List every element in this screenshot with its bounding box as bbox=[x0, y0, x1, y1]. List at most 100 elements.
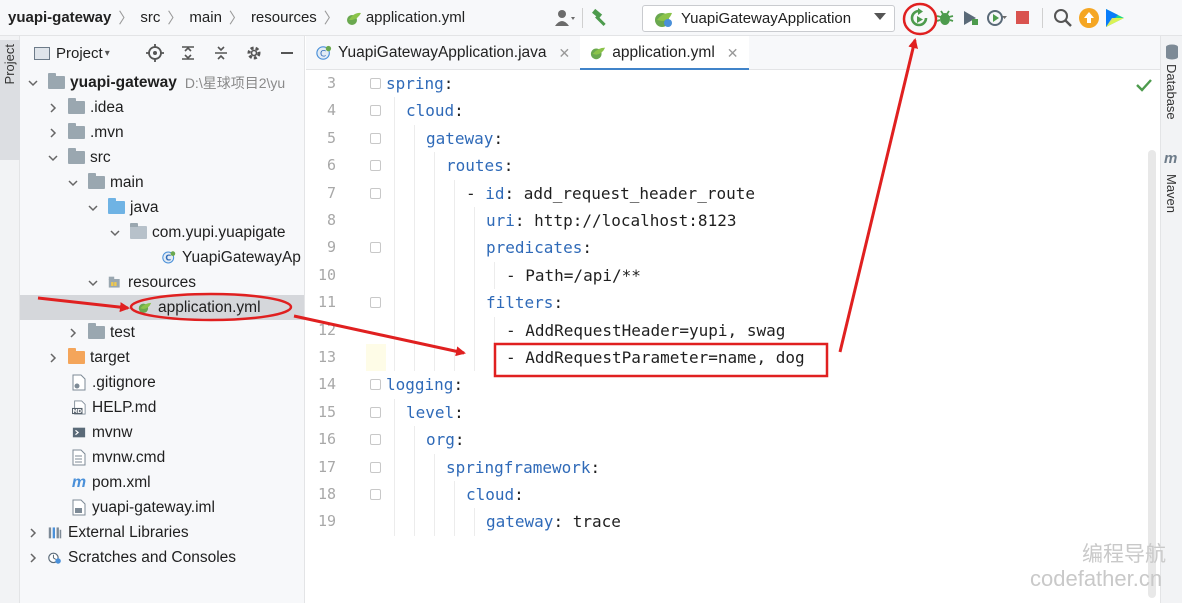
chevron-down-icon[interactable] bbox=[26, 76, 40, 90]
close-icon[interactable]: ✕ bbox=[727, 45, 739, 62]
code-line[interactable]: org: bbox=[426, 426, 465, 453]
database-tool-button[interactable]: Database bbox=[1164, 64, 1179, 120]
editor-scrollbar[interactable] bbox=[1148, 150, 1156, 598]
tree-item-test[interactable]: test bbox=[20, 320, 304, 345]
run-configuration-dropdown[interactable]: YuapiGatewayApplication bbox=[642, 5, 895, 32]
code-line[interactable]: uri: http://localhost:8123 bbox=[486, 207, 736, 234]
chevron-right-icon[interactable] bbox=[46, 351, 60, 365]
tree-item-mvnw-cmd[interactable]: mvnw.cmd bbox=[20, 445, 304, 470]
collapse-all-icon[interactable] bbox=[204, 42, 237, 64]
code-line[interactable]: logging: bbox=[386, 371, 463, 398]
indent-guide bbox=[454, 289, 455, 317]
tree-item-external-libraries[interactable]: External Libraries bbox=[20, 520, 304, 545]
tab-application-yml[interactable]: application.yml ✕ bbox=[580, 36, 749, 71]
tree-item-application-yml[interactable]: application.yml bbox=[20, 295, 304, 320]
rerun-icon[interactable] bbox=[906, 5, 932, 31]
tab-yuapi-gateway-application-java[interactable]: C YuapiGatewayApplication.java ✕ bbox=[306, 36, 580, 70]
code-line[interactable]: filters: bbox=[486, 289, 563, 316]
fold-marker[interactable] bbox=[370, 242, 381, 254]
code-line[interactable]: spring: bbox=[386, 70, 453, 97]
user-icon[interactable] bbox=[552, 5, 578, 31]
fold-marker[interactable] bbox=[370, 187, 381, 199]
gear-icon[interactable] bbox=[237, 42, 270, 64]
code-line[interactable]: gateway: bbox=[426, 125, 503, 152]
code-line[interactable]: gateway: trace bbox=[486, 508, 621, 535]
fold-marker[interactable] bbox=[370, 379, 381, 391]
chevron-down-icon[interactable]: ▾ bbox=[105, 48, 110, 59]
tree-item-project-root[interactable]: yuapi-gateway D:\星球项目2\yu bbox=[20, 70, 304, 95]
jetbrains-toolbox-icon[interactable] bbox=[1102, 5, 1128, 31]
code-line[interactable]: cloud: bbox=[466, 481, 524, 508]
tree-item-label: target bbox=[90, 348, 130, 366]
code-line[interactable]: - Path=/api/** bbox=[506, 262, 641, 289]
expand-all-icon[interactable] bbox=[171, 42, 204, 64]
tree-item-resources[interactable]: resources bbox=[20, 270, 304, 295]
chevron-down-icon[interactable] bbox=[46, 151, 60, 165]
tree-item-scratches[interactable]: Scratches and Consoles bbox=[20, 545, 304, 570]
chevron-right-icon[interactable] bbox=[46, 101, 60, 115]
code-line[interactable]: springframework: bbox=[446, 454, 600, 481]
tree-item-help-md[interactable]: MD HELP.md bbox=[20, 395, 304, 420]
breadcrumb-main[interactable]: main bbox=[185, 9, 226, 26]
debug-icon[interactable] bbox=[932, 5, 958, 31]
no-problems-check-icon[interactable] bbox=[1135, 76, 1153, 94]
fold-marker[interactable] bbox=[370, 105, 381, 117]
fold-marker[interactable] bbox=[370, 461, 381, 473]
breadcrumb-file[interactable]: application.yml bbox=[342, 9, 469, 26]
coverage-icon[interactable] bbox=[958, 5, 984, 31]
tree-item-java[interactable]: java bbox=[20, 195, 304, 220]
tree-item-iml[interactable]: yuapi-gateway.iml bbox=[20, 495, 304, 520]
tree-item-src[interactable]: src bbox=[20, 145, 304, 170]
breadcrumb-resources[interactable]: resources bbox=[247, 9, 321, 26]
yaml-key: spring bbox=[386, 74, 444, 93]
build-hammer-icon[interactable] bbox=[588, 5, 614, 31]
tree-item-idea[interactable]: .idea bbox=[20, 95, 304, 120]
chevron-down-icon[interactable] bbox=[66, 176, 80, 190]
chevron-down-icon[interactable] bbox=[108, 226, 122, 240]
chevron-down-icon[interactable] bbox=[86, 201, 100, 215]
tree-item-package[interactable]: com.yupi.yuapigate bbox=[20, 220, 304, 245]
breadcrumb-project[interactable]: yuapi-gateway bbox=[0, 9, 115, 26]
fold-marker[interactable] bbox=[370, 406, 381, 418]
code-line[interactable]: predicates: bbox=[486, 234, 592, 261]
project-tool-window-button[interactable]: Project bbox=[0, 40, 20, 160]
stop-icon[interactable] bbox=[1010, 5, 1036, 31]
chevron-right-icon[interactable] bbox=[26, 551, 40, 565]
profile-icon[interactable] bbox=[984, 5, 1010, 31]
update-icon[interactable] bbox=[1076, 5, 1102, 31]
chevron-right-icon[interactable] bbox=[26, 526, 40, 540]
breadcrumb-src[interactable]: src bbox=[136, 9, 164, 26]
fold-marker[interactable] bbox=[370, 160, 381, 172]
chevron-right-icon[interactable] bbox=[66, 326, 80, 340]
code-line[interactable]: - AddRequestHeader=yupi, swag bbox=[506, 317, 785, 344]
fold-marker[interactable] bbox=[370, 489, 381, 500]
search-icon[interactable] bbox=[1050, 5, 1076, 31]
tree-item-label: .mvn bbox=[90, 123, 124, 141]
locate-icon[interactable] bbox=[138, 42, 171, 64]
code-line[interactable]: - id: add_request_header_route bbox=[466, 180, 755, 207]
source-folder-icon bbox=[108, 198, 125, 214]
tree-item-pom-xml[interactable]: m pom.xml bbox=[20, 470, 304, 495]
code-line[interactable]: routes: bbox=[446, 152, 513, 179]
fold-marker[interactable] bbox=[370, 297, 381, 309]
fold-marker[interactable] bbox=[370, 78, 381, 89]
code-line[interactable]: cloud: bbox=[406, 97, 464, 124]
maven-tool-button[interactable]: Maven bbox=[1164, 174, 1179, 213]
tree-item-mvn[interactable]: .mvn bbox=[20, 120, 304, 145]
code-editor[interactable]: spring: cloud: gateway: routes: - id: add_re… bbox=[386, 70, 1160, 603]
indent-guide bbox=[394, 398, 395, 427]
project-view-dropdown[interactable]: Project bbox=[56, 45, 103, 62]
close-icon[interactable]: ✕ bbox=[559, 45, 571, 62]
chevron-right-icon[interactable] bbox=[46, 126, 60, 140]
chevron-down-icon[interactable] bbox=[86, 276, 100, 290]
tree-item-main[interactable]: main bbox=[20, 170, 304, 195]
tree-item-application-class[interactable]: C YuapiGatewayAp bbox=[20, 245, 304, 270]
code-line[interactable]: level: bbox=[406, 399, 464, 426]
tree-item-target[interactable]: target bbox=[20, 345, 304, 370]
hide-panel-icon[interactable] bbox=[270, 42, 303, 64]
fold-marker[interactable] bbox=[370, 132, 381, 144]
fold-marker[interactable] bbox=[370, 434, 381, 446]
tree-item-gitignore[interactable]: .gitignore bbox=[20, 370, 304, 395]
tree-item-mvnw[interactable]: mvnw bbox=[20, 420, 304, 445]
code-line[interactable]: - AddRequestParameter=name, dog bbox=[506, 344, 805, 371]
